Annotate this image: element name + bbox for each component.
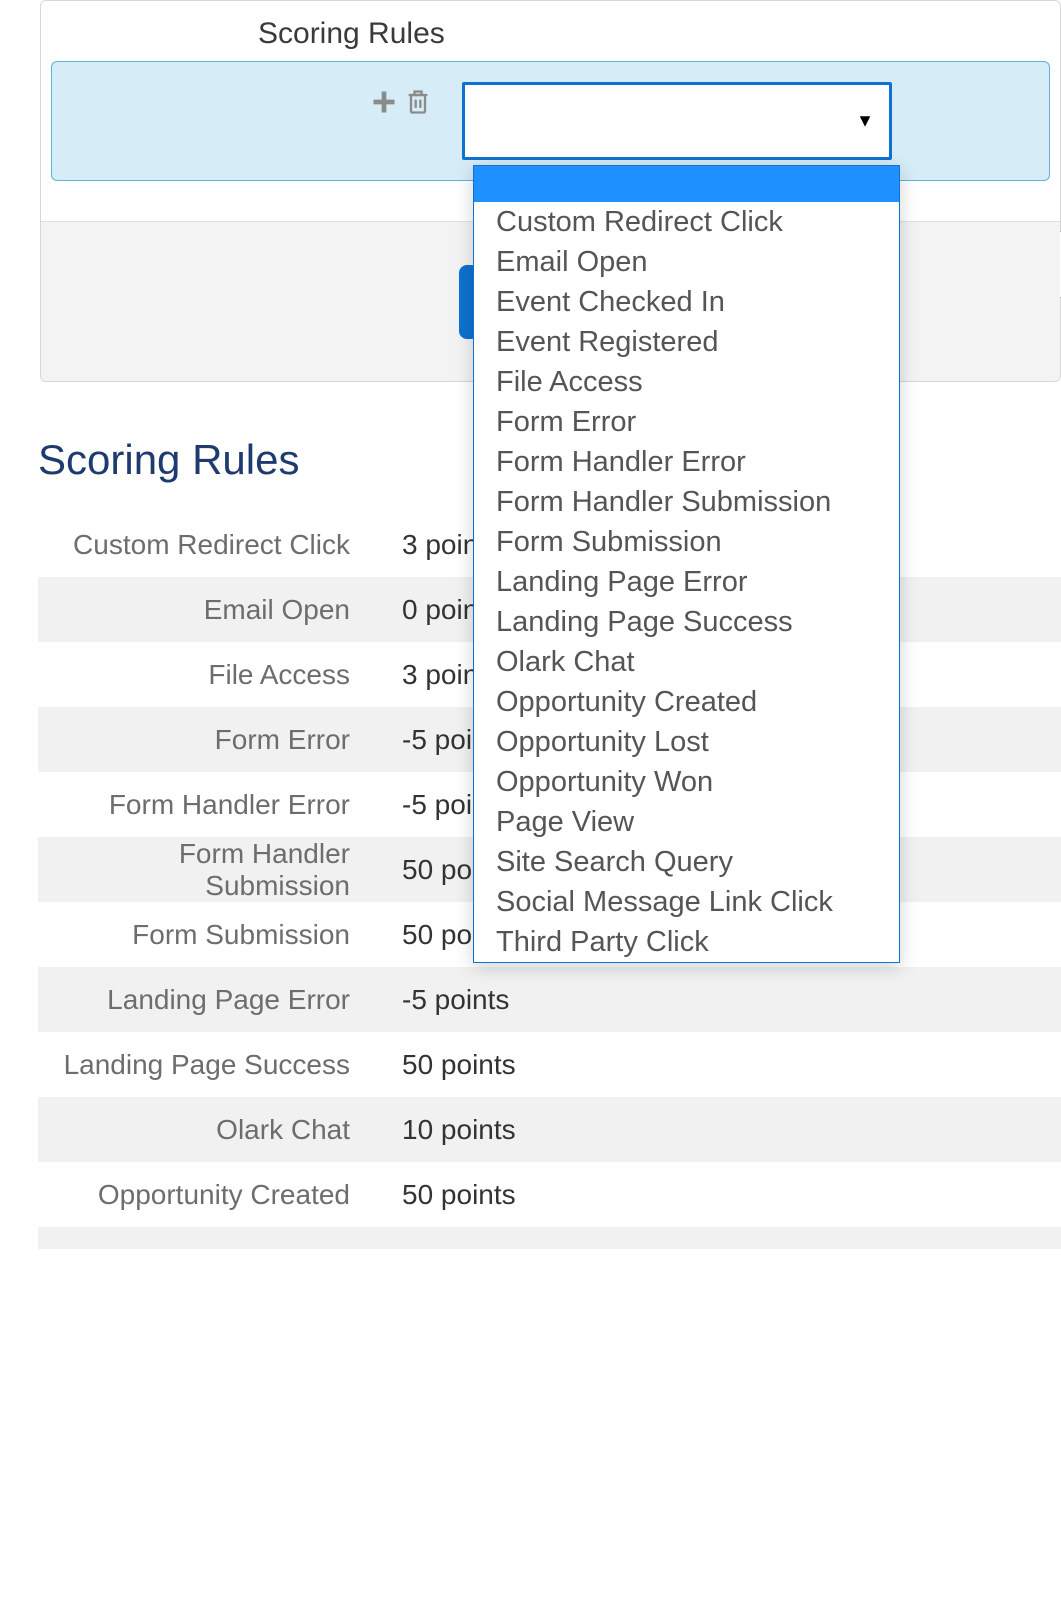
rule-label: Form Submission bbox=[38, 919, 378, 951]
dropdown-option[interactable]: Opportunity Lost bbox=[474, 722, 899, 762]
rule-label: File Access bbox=[38, 659, 378, 691]
rule-value: 10 points bbox=[378, 1114, 516, 1146]
dropdown-option[interactable]: Social Message Link Click bbox=[474, 882, 899, 922]
rule-label: Email Open bbox=[38, 594, 378, 626]
rule-label: Landing Page Error bbox=[38, 984, 378, 1016]
dropdown-option[interactable]: Form Error bbox=[474, 402, 899, 442]
dropdown-option[interactable]: Third Party Click bbox=[474, 922, 899, 962]
dropdown-option[interactable]: Form Handler Error bbox=[474, 442, 899, 482]
dropdown-option[interactable]: File Access bbox=[474, 362, 899, 402]
dropdown-option[interactable]: Landing Page Success bbox=[474, 602, 899, 642]
rule-value: -5 points bbox=[378, 984, 509, 1016]
plus-icon[interactable] bbox=[370, 88, 398, 121]
table-row: Landing Page Success50 points bbox=[38, 1032, 1061, 1097]
rule-label: Opportunity Created bbox=[38, 1179, 378, 1211]
rule-type-dropdown: Custom Redirect ClickEmail OpenEvent Che… bbox=[473, 165, 900, 963]
dropdown-option[interactable]: Olark Chat bbox=[474, 642, 899, 682]
rule-label: Olark Chat bbox=[38, 1114, 378, 1146]
rule-label: Form Error bbox=[38, 724, 378, 756]
dropdown-option[interactable]: Opportunity Created bbox=[474, 682, 899, 722]
dropdown-option[interactable]: Form Handler Submission bbox=[474, 482, 899, 522]
dropdown-list[interactable]: Custom Redirect ClickEmail OpenEvent Che… bbox=[474, 202, 899, 962]
table-row: Olark Chat10 points bbox=[38, 1097, 1061, 1162]
dropdown-blank-option[interactable] bbox=[474, 166, 899, 202]
dropdown-option[interactable]: Landing Page Error bbox=[474, 562, 899, 602]
rule-type-select[interactable] bbox=[462, 82, 892, 160]
section-label: Scoring Rules bbox=[51, 1, 1050, 61]
rule-value: 50 points bbox=[378, 1179, 516, 1211]
dropdown-option[interactable]: Event Registered bbox=[474, 322, 899, 362]
scoring-rule-row: ▼ bbox=[51, 61, 1050, 181]
rule-label: Form Handler Submission bbox=[38, 838, 378, 902]
dropdown-option[interactable]: Email Open bbox=[474, 242, 899, 282]
dropdown-option[interactable]: Opportunity Won bbox=[474, 762, 899, 802]
table-row: Landing Page Error-5 points bbox=[38, 967, 1061, 1032]
dropdown-option[interactable]: Custom Redirect Click bbox=[474, 202, 899, 242]
trash-icon[interactable] bbox=[404, 88, 432, 121]
rule-label: Custom Redirect Click bbox=[38, 529, 378, 561]
scoring-rules-form-panel: Scoring Rules ▼ Custom Redirect ClickEma… bbox=[40, 0, 1061, 382]
dropdown-option[interactable]: Form Submission bbox=[474, 522, 899, 562]
dropdown-option[interactable]: Site Search Query bbox=[474, 842, 899, 882]
table-row: Opportunity Created50 points bbox=[38, 1162, 1061, 1227]
dropdown-option[interactable]: Event Checked In bbox=[474, 282, 899, 322]
rule-label: Landing Page Success bbox=[38, 1049, 378, 1081]
table-row bbox=[38, 1227, 1061, 1249]
dropdown-option[interactable]: Page View bbox=[474, 802, 899, 842]
rule-label: Form Handler Error bbox=[38, 789, 378, 821]
rule-value: 50 points bbox=[378, 1049, 516, 1081]
